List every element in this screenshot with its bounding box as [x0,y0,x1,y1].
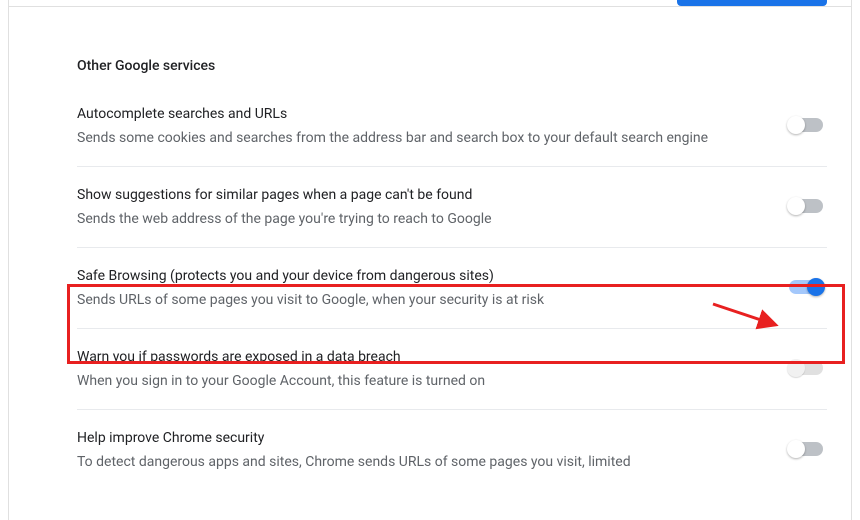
setting-desc: Sends URLs of some pages you visit to Go… [77,290,749,310]
settings-list: Autocomplete searches and URLs Sends som… [9,102,851,490]
toggle-knob [787,116,805,134]
toggle-safe-browsing[interactable] [789,280,823,294]
setting-title: Warn you if passwords are exposed in a d… [77,347,749,367]
setting-safe-browsing: Safe Browsing (protects you and your dev… [77,248,827,329]
primary-action-button[interactable] [677,0,827,6]
toggle-password-breach [789,361,823,375]
toggle-knob [807,278,825,296]
toggle-knob [787,440,805,458]
setting-text: Show suggestions for similar pages when … [77,185,789,229]
setting-desc: Sends the web address of the page you're… [77,209,749,229]
toggle-chrome-security[interactable] [789,442,823,456]
toggle-knob [787,197,805,215]
setting-title: Help improve Chrome security [77,428,749,448]
setting-text: Help improve Chrome security To detect d… [77,428,789,472]
top-divider [9,6,851,7]
toggle-autocomplete[interactable] [789,118,823,132]
setting-password-breach: Warn you if passwords are exposed in a d… [77,329,827,410]
toggle-knob [787,359,805,377]
setting-suggestions: Show suggestions for similar pages when … [77,167,827,248]
toggle-suggestions[interactable] [789,199,823,213]
setting-chrome-security: Help improve Chrome security To detect d… [77,410,827,490]
setting-title: Safe Browsing (protects you and your dev… [77,266,749,286]
setting-autocomplete: Autocomplete searches and URLs Sends som… [77,102,827,167]
section-title: Other Google services [9,0,851,74]
setting-title: Show suggestions for similar pages when … [77,185,749,205]
setting-text: Safe Browsing (protects you and your dev… [77,266,789,310]
setting-desc: To detect dangerous apps and sites, Chro… [77,452,749,472]
settings-panel: Other Google services Autocomplete searc… [8,0,852,520]
setting-desc: Sends some cookies and searches from the… [77,128,749,148]
setting-text: Autocomplete searches and URLs Sends som… [77,104,789,148]
setting-title: Autocomplete searches and URLs [77,104,749,124]
setting-desc: When you sign in to your Google Account,… [77,371,749,391]
setting-text: Warn you if passwords are exposed in a d… [77,347,789,391]
